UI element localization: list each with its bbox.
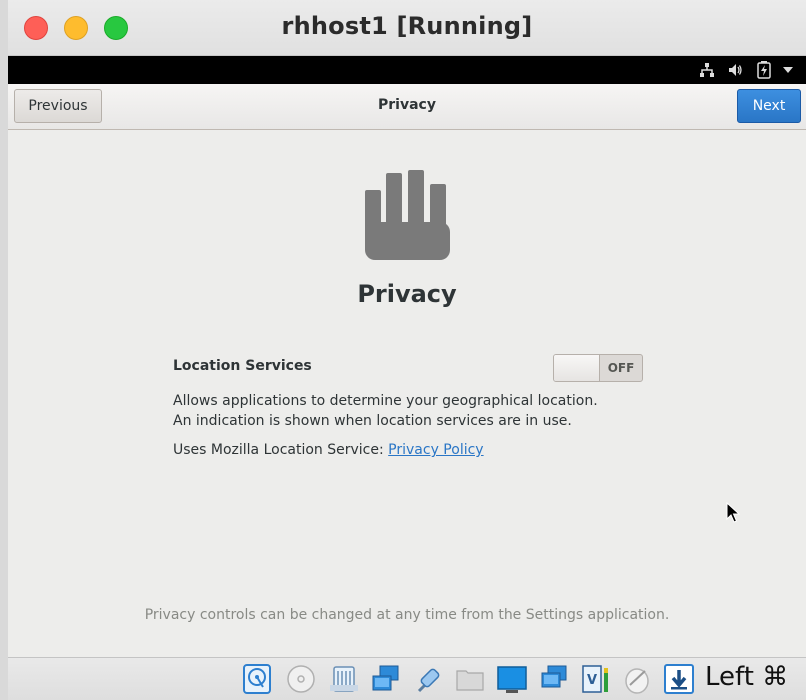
switch-knob[interactable] xyxy=(554,355,600,381)
display-icon[interactable] xyxy=(496,663,528,695)
optical-drive-icon[interactable] xyxy=(285,663,317,695)
next-button[interactable]: Next xyxy=(737,89,801,123)
title-bar: rhhost1 [Running] xyxy=(8,0,806,56)
network-adapter-icon[interactable] xyxy=(370,663,402,695)
mouse-integration-icon[interactable] xyxy=(621,663,653,695)
hand-icon xyxy=(365,170,450,260)
guest-top-panel xyxy=(8,56,806,84)
privacy-policy-link[interactable]: Privacy Policy xyxy=(388,442,483,458)
volume-icon[interactable] xyxy=(726,61,744,79)
desktop-background xyxy=(0,0,8,700)
svg-text:V: V xyxy=(587,673,597,688)
uses-text: Uses Mozilla Location Service: xyxy=(173,442,389,458)
network-icon[interactable] xyxy=(698,61,716,79)
location-services-label: Location Services xyxy=(173,358,312,374)
footer-note: Privacy controls can be changed at any t… xyxy=(144,607,670,623)
vm-windows-icon[interactable] xyxy=(538,663,570,695)
keyboard-capture-icon[interactable] xyxy=(663,663,695,695)
mozilla-location-line: Uses Mozilla Location Service: Privacy P… xyxy=(173,442,484,458)
switch-state-label: OFF xyxy=(607,361,635,375)
header-bar: Previous Privacy Next xyxy=(8,84,806,130)
hard-disk-icon[interactable] xyxy=(241,663,273,695)
battery-icon[interactable] xyxy=(756,61,772,79)
location-services-switch[interactable]: OFF xyxy=(553,354,643,382)
privacy-page: Privacy Location Services OFF Allows app… xyxy=(8,130,806,657)
shared-folders-icon[interactable] xyxy=(454,663,486,695)
host-key-label: Left ⌘ xyxy=(705,662,789,692)
page-heading: Privacy xyxy=(357,280,457,308)
virtualbox-window: rhhost1 [Running] Previous Privacy Next … xyxy=(8,0,806,700)
mouse-cursor-icon xyxy=(726,502,740,523)
audio-icon[interactable] xyxy=(328,663,360,695)
window-title: rhhost1 [Running] xyxy=(281,12,533,40)
usb-icon[interactable] xyxy=(413,663,445,695)
recording-icon[interactable]: V xyxy=(580,663,612,695)
vm-status-bar: V Left ⌘ xyxy=(8,657,806,700)
dropdown-arrow-icon[interactable] xyxy=(781,61,795,79)
location-description: Allows applications to determine your ge… xyxy=(173,393,598,429)
header-title: Privacy xyxy=(378,97,436,113)
